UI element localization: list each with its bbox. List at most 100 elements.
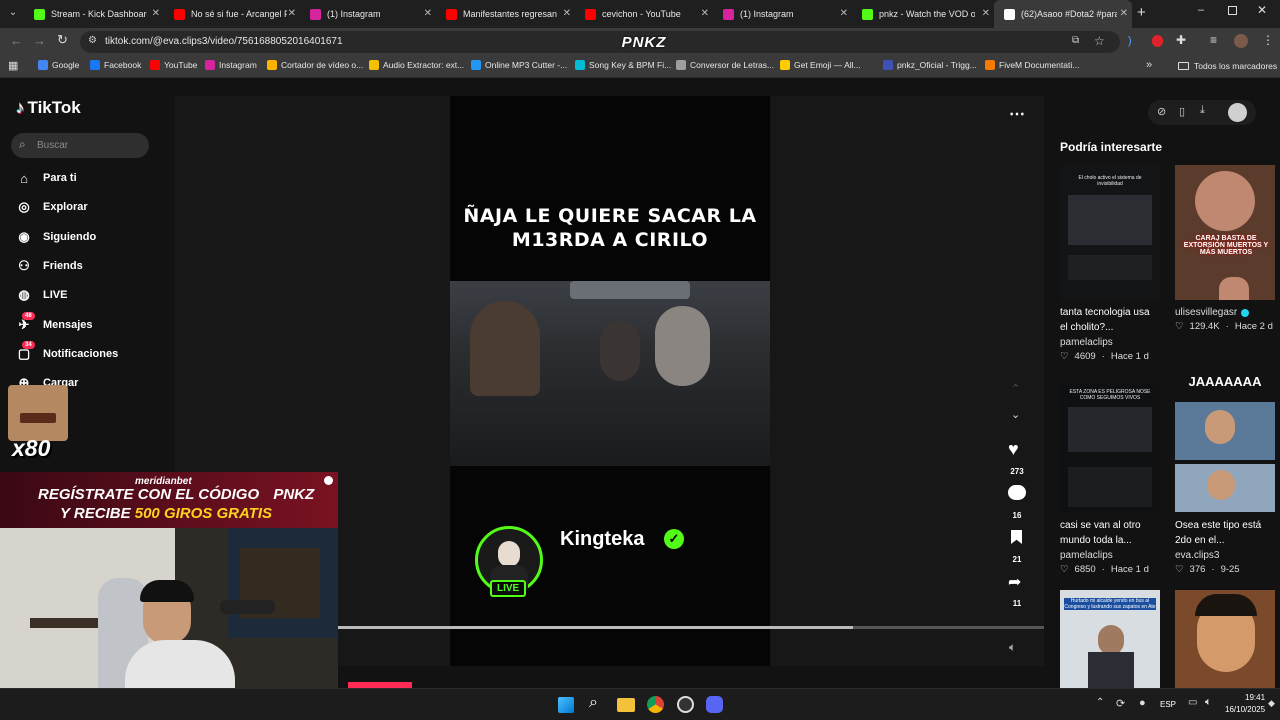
speaker-icon[interactable]: 🔈︎ <box>1205 696 1212 709</box>
extension-icon-2[interactable] <box>1152 35 1163 47</box>
user-avatar[interactable] <box>1228 103 1247 122</box>
recommend-card-thumb[interactable]: ESTA ZONA ES PELIGROSA NOSE COMO SEGUIMO… <box>1060 383 1160 513</box>
bookmark-item[interactable]: Online MP3 Cutter -... <box>471 60 567 70</box>
recommend-card-author[interactable]: pamelaclips <box>1060 337 1113 348</box>
nav-item-notificaciones[interactable]: ▢ 34 Notificaciones <box>16 340 118 362</box>
search-box[interactable]: ⌕ Buscar <box>11 133 149 158</box>
minimize-button[interactable]: – <box>1198 4 1204 16</box>
obs-icon[interactable] <box>677 696 694 713</box>
bookmark-item[interactable]: YouTube <box>150 60 197 70</box>
chrome-icon[interactable] <box>647 696 664 713</box>
reload-icon[interactable]: ↻ <box>57 32 68 48</box>
all-bookmarks-label[interactable]: Todos los marcadores <box>1194 61 1277 71</box>
clock-time[interactable]: 19:41 <box>1245 693 1265 702</box>
close-window-button[interactable]: ✕ <box>1257 3 1267 17</box>
bookmarks-overflow-icon[interactable]: » <box>1146 59 1152 71</box>
comment-icon[interactable] <box>1008 485 1026 500</box>
recommend-card-author-row[interactable]: ulisesvillegasr <box>1175 307 1250 318</box>
notification-bell-icon[interactable]: ◆ <box>1268 698 1275 709</box>
extensions-puzzle-icon[interactable]: ✚ <box>1176 33 1186 47</box>
bookmark-item[interactable]: Song Key & BPM Fi... <box>575 60 671 70</box>
install-icon[interactable]: ⧉ <box>1072 35 1079 46</box>
recommend-card-thumb[interactable]: Hurtado mi alcalde yendo en bus al Congr… <box>1060 590 1160 688</box>
browser-tab[interactable]: cevichon - YouTube ✕ <box>575 0 713 28</box>
discord-icon[interactable] <box>706 696 723 713</box>
nav-item-explorar[interactable]: ◎ Explorar <box>16 199 87 215</box>
nav-item-para-ti[interactable]: ⌂ Para ti <box>16 170 77 186</box>
network-icon[interactable]: ▭ <box>1188 697 1197 708</box>
tab-close-icon[interactable]: ✕ <box>1120 8 1128 19</box>
browser-tab[interactable]: Stream - Kick Dashboard ✕ <box>24 0 164 28</box>
bookmark-item[interactable]: Audio Extractor: ext... <box>369 60 464 70</box>
nav-item-live[interactable]: ◍ LIVE <box>16 287 67 303</box>
forward-icon[interactable]: → <box>33 33 46 48</box>
clock-date[interactable]: 16/10/2025 <box>1225 705 1265 714</box>
recommend-card-thumb[interactable]: El cholo activo el sistema de invisibili… <box>1060 165 1160 300</box>
bookmark-item[interactable]: Facebook <box>90 60 141 70</box>
browser-tab[interactable]: (1) Instagram ✕ <box>300 0 436 28</box>
restore-button[interactable] <box>1228 6 1237 15</box>
bookmark-item[interactable]: Instagram <box>205 60 257 70</box>
next-video-icon[interactable]: ⌄ <box>1011 408 1020 421</box>
download-icon[interactable]: ⤓ <box>1200 104 1205 117</box>
nav-item-friends[interactable]: ⚇ Friends <box>16 258 83 274</box>
nav-item-siguiendo[interactable]: ◉ Siguiendo <box>16 229 96 245</box>
language-indicator[interactable]: ESP <box>1160 700 1176 709</box>
recommend-card-thumb[interactable]: JAAAAAAA <box>1175 374 1275 512</box>
back-icon[interactable]: ← <box>10 33 23 48</box>
new-tab-button[interactable]: + <box>1137 4 1146 21</box>
bookmark-item[interactable]: Google <box>38 60 79 70</box>
share-icon[interactable]: ➦ <box>1008 572 1021 592</box>
previous-video-icon[interactable]: ⌃ <box>1011 382 1020 395</box>
file-explorer-icon[interactable] <box>617 698 635 712</box>
browser-tab[interactable]: (1) Instagram ✕ <box>713 0 852 28</box>
start-icon[interactable] <box>558 697 574 713</box>
bookmark-star-icon[interactable]: ☆ <box>1094 34 1105 48</box>
tab-close-icon[interactable]: ✕ <box>424 8 432 19</box>
tab-close-icon[interactable]: ✕ <box>840 8 848 19</box>
recommend-card-author[interactable]: eva.clips3 <box>1175 550 1219 561</box>
bookmark-item[interactable]: Cortador de vídeo o... <box>267 60 363 70</box>
site-info-icon[interactable]: ⚙ <box>88 35 97 46</box>
more-options-icon[interactable]: ⋯ <box>1009 104 1025 124</box>
bookmark-item[interactable]: Conversor de Letras... <box>676 60 774 70</box>
bookmark-item[interactable]: pnkz_Oficial - Trigg... <box>883 60 977 70</box>
volume-icon[interactable]: 🔈︎ <box>1009 640 1016 655</box>
microphone-icon[interactable]: ● <box>1139 697 1146 709</box>
like-icon[interactable]: ♥ <box>1008 439 1019 460</box>
recommend-card-thumb[interactable] <box>1175 590 1275 688</box>
device-icon[interactable]: ▯ <box>1179 105 1185 118</box>
address-bar[interactable]: ⚙ tiktok.com/@eva.clips3/video/756168805… <box>80 31 1120 53</box>
recommend-card-title[interactable]: casi se van al otro mundo toda la... <box>1060 518 1160 548</box>
recommend-card-author[interactable]: ulisesvillegasr <box>1175 307 1237 318</box>
search-icon[interactable]: ⌕ <box>589 694 598 712</box>
profile-avatar[interactable] <box>1234 34 1248 48</box>
search-input[interactable]: Buscar <box>37 140 68 151</box>
seek-bar[interactable] <box>338 626 1044 629</box>
tray-overflow-icon[interactable]: ⌃ <box>1096 697 1104 708</box>
recommend-card-title[interactable]: tanta tecnologia usa el cholito?... <box>1060 305 1160 335</box>
coin-icon[interactable]: ⊘ <box>1157 105 1166 118</box>
tray-app-icon[interactable]: ⟳ <box>1116 697 1125 710</box>
tab-close-icon[interactable]: ✕ <box>982 8 990 19</box>
tab-close-icon[interactable]: ✕ <box>563 8 571 19</box>
browser-tab[interactable]: (62)Asaoo #Dota2 #para ✕ <box>994 0 1132 28</box>
recommend-card-thumb[interactable]: CARAJ BASTA DE EXTORSIÓN MUERTOS Y MÁS M… <box>1175 165 1275 300</box>
tab-search-icon[interactable]: ⌄ <box>6 7 20 21</box>
browser-tab[interactable]: No sé si fue - Arcangel Fe ✕ <box>164 0 300 28</box>
media-control-icon[interactable]: ≡ <box>1210 33 1217 47</box>
bookmark-item[interactable]: FiveM Documentati... <box>985 60 1079 70</box>
tiktok-logo[interactable]: ♪ TikTok <box>16 98 81 118</box>
extension-icon-1[interactable]: ) <box>1128 35 1132 47</box>
recommend-card-author[interactable]: pamelaclips <box>1060 550 1113 561</box>
browser-tab[interactable]: pnkz - Watch the VOD on ✕ <box>852 0 994 28</box>
tab-close-icon[interactable]: ✕ <box>288 8 296 19</box>
nav-item-mensajes[interactable]: ✈ 48 Mensajes <box>16 311 93 333</box>
browser-tab[interactable]: Manifestantes regresan al ✕ <box>436 0 575 28</box>
tab-close-icon[interactable]: ✕ <box>152 8 160 19</box>
browser-menu-icon[interactable]: ⋮ <box>1262 33 1274 47</box>
apps-icon[interactable]: ▦ <box>8 59 18 72</box>
recommend-card-title[interactable]: Osea este tipo está 2do en el... <box>1175 518 1275 548</box>
tab-close-icon[interactable]: ✕ <box>701 8 709 19</box>
bookmark-item[interactable]: Get Emoji — All... <box>780 60 861 70</box>
